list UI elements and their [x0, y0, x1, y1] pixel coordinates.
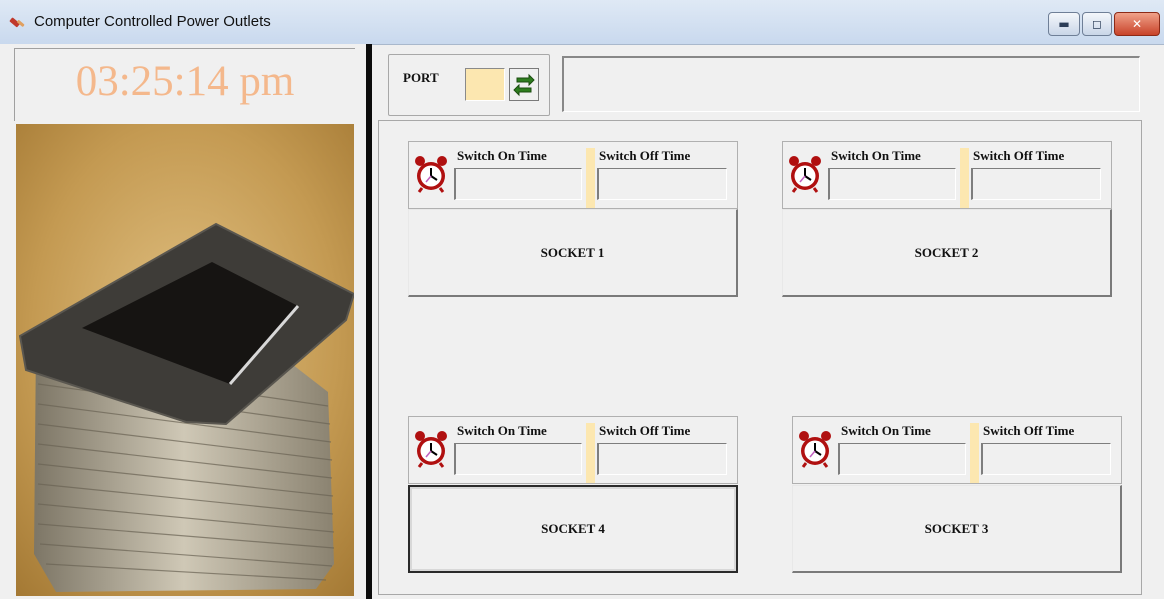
socket-1-timer-panel: Switch On Time Switch Off Time: [408, 141, 738, 209]
clock-display: 03:25:14 pm: [14, 48, 355, 121]
switch-on-time-field[interactable]: [454, 443, 582, 475]
field-separator: [960, 148, 969, 208]
switch-on-label: Switch On Time: [841, 423, 931, 438]
switch-on-label: Switch On Time: [831, 148, 921, 163]
status-display: [562, 56, 1140, 112]
field-separator: [970, 423, 979, 483]
switch-on-label: Switch On Time: [457, 148, 547, 163]
switch-off-time-field[interactable]: [981, 443, 1111, 475]
window-title: Computer Controlled Power Outlets: [34, 13, 271, 30]
clock-time: 03:25:14 pm: [75, 58, 295, 105]
panel-divider: [366, 44, 372, 599]
close-button[interactable]: ✕: [1114, 12, 1160, 36]
port-group: PORT: [388, 54, 550, 116]
refresh-arrows-icon: [513, 73, 535, 97]
switch-off-label: Switch Off Time: [973, 148, 1065, 163]
maximize-button[interactable]: ◻: [1082, 12, 1112, 36]
field-separator: [586, 423, 595, 483]
switch-off-time-field[interactable]: [597, 168, 727, 200]
switch-off-label: Switch Off Time: [599, 148, 691, 163]
switch-off-time-field[interactable]: [971, 168, 1101, 200]
alarm-clock-icon: [789, 156, 821, 193]
field-separator: [586, 148, 595, 208]
alarm-clock-icon: [415, 431, 447, 468]
port-input[interactable]: [465, 68, 505, 101]
alarm-clock-icon: [799, 431, 831, 468]
alarm-clock-icon: [415, 156, 447, 193]
minimize-button[interactable]: ▬: [1048, 12, 1080, 36]
switch-off-label: Switch Off Time: [983, 423, 1075, 438]
switch-on-time-field[interactable]: [454, 168, 582, 200]
socket-4-button[interactable]: SOCKET 4: [408, 485, 738, 573]
socket-3-button[interactable]: SOCKET 3: [792, 485, 1122, 573]
left-panel: 03:25:14 pm: [0, 44, 366, 599]
switch-off-label: Switch Off Time: [599, 423, 691, 438]
app-icon: [9, 17, 25, 28]
socket-4-timer-panel: Switch On Time Switch Off Time: [408, 416, 738, 484]
switch-on-time-field[interactable]: [828, 168, 956, 200]
socket-2-button[interactable]: SOCKET 2: [782, 209, 1112, 297]
refresh-button[interactable]: [509, 68, 539, 101]
socket-2-timer-panel: Switch On Time Switch Off Time: [782, 141, 1112, 209]
slide-stack-photo: [16, 124, 354, 596]
switch-on-time-field[interactable]: [838, 443, 966, 475]
socket-1-button[interactable]: SOCKET 1: [408, 209, 738, 297]
switch-off-time-field[interactable]: [597, 443, 727, 475]
title-bar[interactable]: Computer Controlled Power Outlets ▬ ◻ ✕: [0, 0, 1164, 45]
port-label: PORT: [403, 70, 439, 85]
switch-on-label: Switch On Time: [457, 423, 547, 438]
socket-3-timer-panel: Switch On Time Switch Off Time: [792, 416, 1122, 484]
